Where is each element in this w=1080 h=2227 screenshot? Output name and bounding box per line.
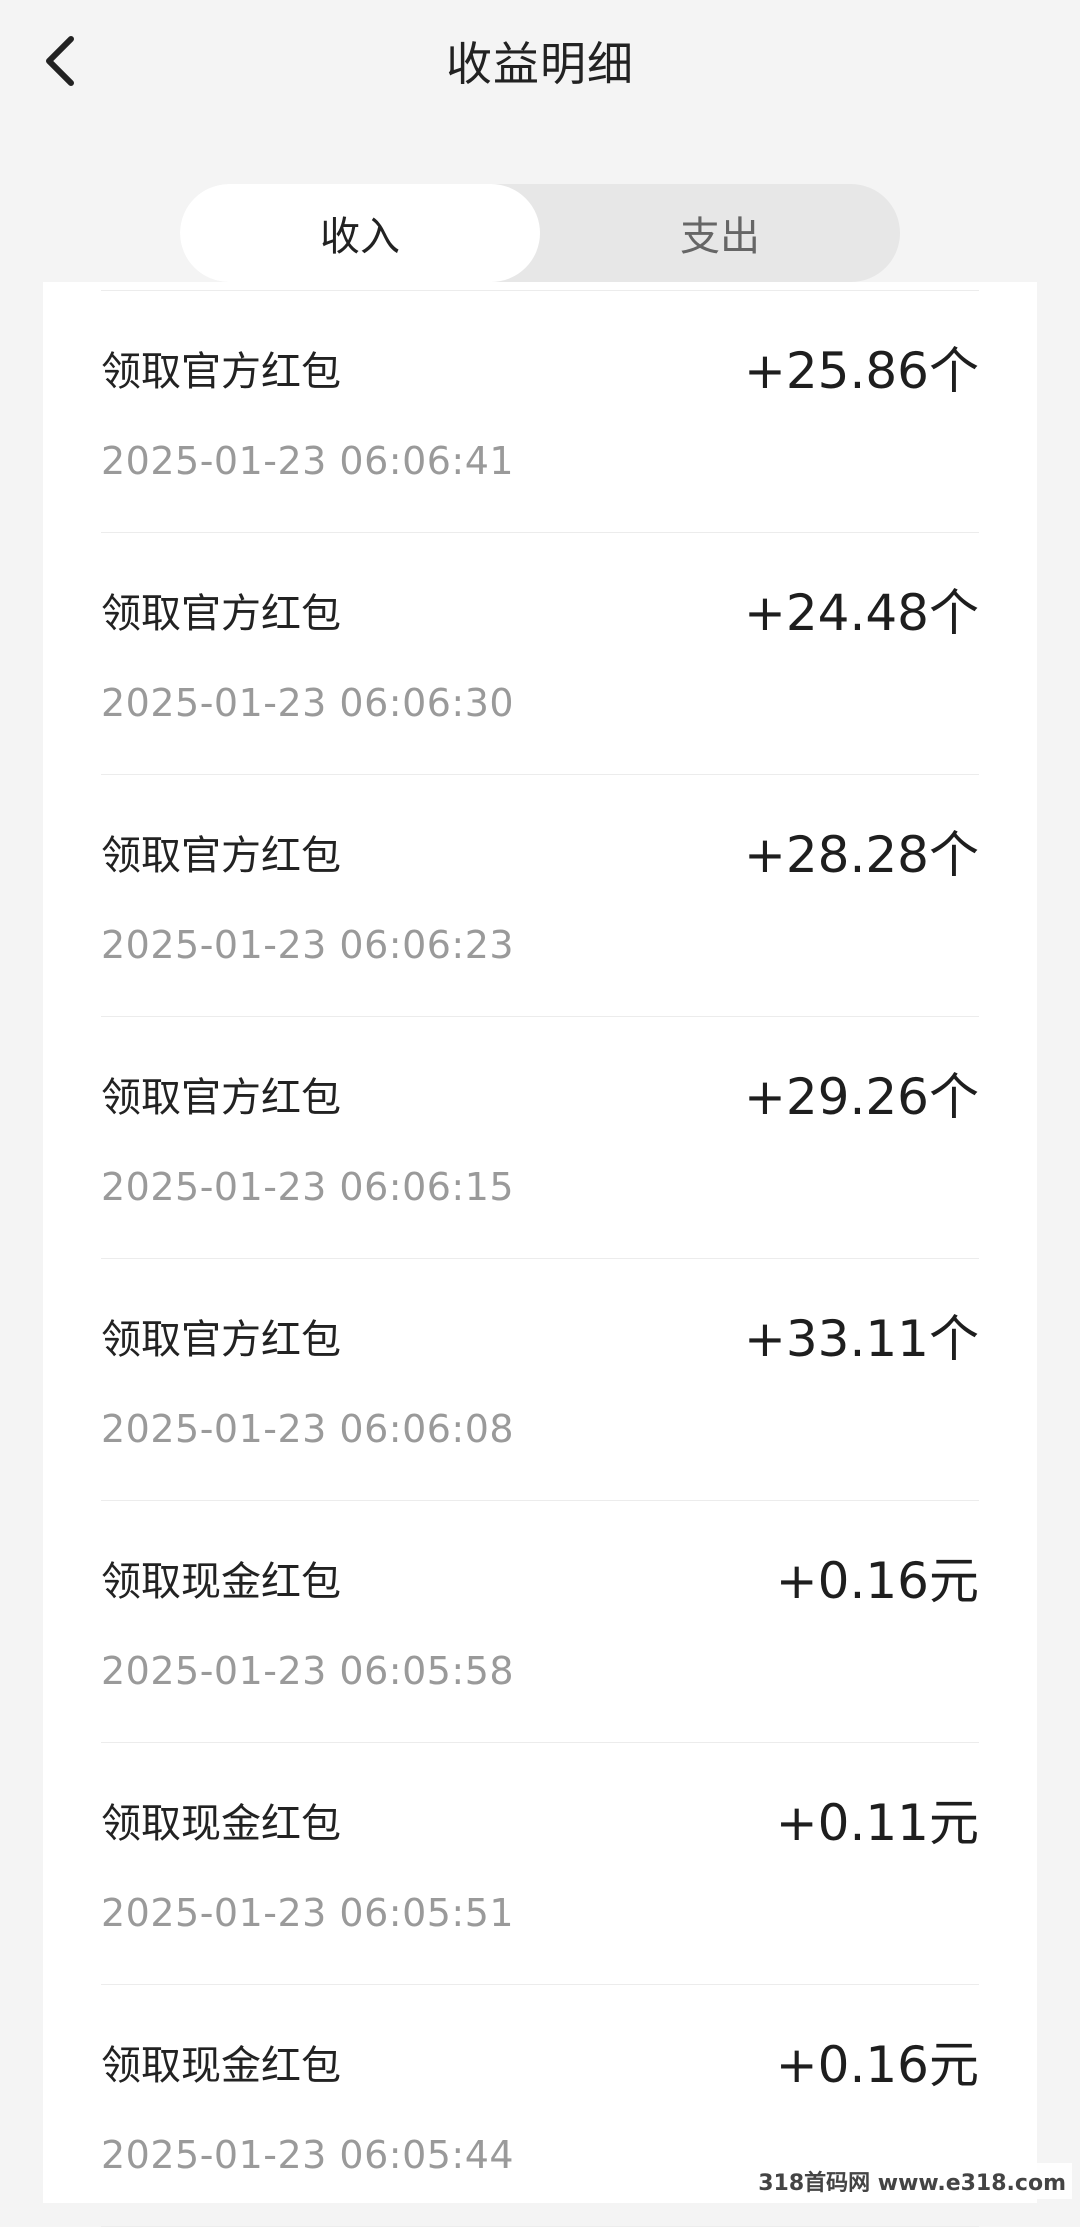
record-title: 领取官方红包 <box>101 1075 341 1121</box>
record-title: 领取官方红包 <box>101 1317 341 1363</box>
list-item[interactable]: 领取官方红包 +24.48个 2025-01-23 06:06:30 <box>101 533 979 775</box>
record-amount: +29.26个 <box>743 1068 979 1126</box>
record-amount: +0.16元 <box>775 1552 979 1610</box>
record-title: 领取现金红包 <box>101 1801 341 1847</box>
watermark: 318首码网 www.e318.com <box>752 2163 1072 2199</box>
list-item[interactable]: 领取现金红包 +0.16元 2025-01-23 06:05:58 <box>101 1501 979 1743</box>
record-time: 2025-01-23 06:05:51 <box>101 1891 515 1935</box>
record-time: 2025-01-23 06:06:41 <box>101 439 515 483</box>
record-time: 2025-01-23 06:06:23 <box>101 923 515 967</box>
record-amount: +0.16元 <box>775 2036 979 2094</box>
record-title: 领取现金红包 <box>101 1559 341 1605</box>
record-time: 2025-01-23 06:06:30 <box>101 681 515 725</box>
record-amount: +0.11元 <box>775 1794 979 1852</box>
record-title: 领取现金红包 <box>101 2043 341 2089</box>
record-title: 领取官方红包 <box>101 591 341 637</box>
list-item[interactable]: 领取官方红包 +33.11个 2025-01-23 06:06:08 <box>101 1259 979 1501</box>
record-time: 2025-01-23 06:05:58 <box>101 1649 515 1693</box>
tab-expense[interactable]: 支出 <box>540 184 900 282</box>
records-card: 领取官方红包 +25.86个 2025-01-23 06:06:41 领取官方红… <box>43 282 1037 2227</box>
page-title: 收益明细 <box>446 37 634 91</box>
record-time: 2025-01-23 06:06:15 <box>101 1165 515 1209</box>
record-amount: +25.86个 <box>743 342 979 400</box>
header-bar: 收益明细 <box>0 0 1080 125</box>
list-item[interactable]: 领取现金红包 +0.11元 2025-01-23 06:05:51 <box>101 1743 979 1985</box>
records-list: 领取官方红包 +25.86个 2025-01-23 06:06:41 领取官方红… <box>101 290 979 2227</box>
income-expense-tabs: 收入 支出 <box>180 184 900 282</box>
record-title: 领取官方红包 <box>101 833 341 879</box>
record-amount: +28.28个 <box>743 826 979 884</box>
record-amount: +33.11个 <box>743 1310 979 1368</box>
record-time: 2025-01-23 06:06:08 <box>101 1407 515 1451</box>
list-item[interactable]: 领取官方红包 +25.86个 2025-01-23 06:06:41 <box>101 291 979 533</box>
list-item[interactable]: 领取官方红包 +28.28个 2025-01-23 06:06:23 <box>101 775 979 1017</box>
record-time: 2025-01-23 06:05:44 <box>101 2133 515 2177</box>
record-title: 领取官方红包 <box>101 349 341 395</box>
record-amount: +24.48个 <box>743 584 979 642</box>
tab-income[interactable]: 收入 <box>180 184 540 282</box>
list-item[interactable]: 领取官方红包 +29.26个 2025-01-23 06:06:15 <box>101 1017 979 1259</box>
